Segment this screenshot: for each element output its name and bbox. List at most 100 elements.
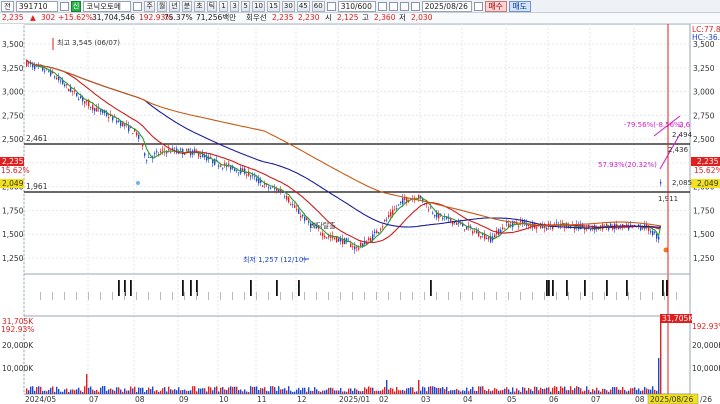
sell-button[interactable]: 매도 [508, 0, 531, 12]
calendar-icon[interactable] [473, 1, 483, 11]
volume-bar [196, 391, 198, 394]
volume-bar [218, 391, 220, 394]
period-year-button[interactable]: 년 [169, 0, 180, 12]
candle-body [112, 116, 114, 121]
vol-tick-20000-right: 20,000K [692, 341, 720, 350]
volume-bar [508, 389, 510, 394]
candle-body [284, 196, 286, 198]
volume-bar [492, 390, 494, 394]
mode-field[interactable]: 전 [1, 0, 14, 12]
candle-body [150, 157, 152, 158]
new-search-button[interactable]: 신 [70, 0, 82, 12]
volume-bar [34, 390, 36, 394]
volume-bar [422, 386, 424, 394]
candle-body [124, 124, 126, 126]
candle-body [504, 228, 506, 230]
volume-bar [258, 390, 260, 394]
interval-3-button[interactable]: 3 [230, 0, 240, 12]
candle-body [402, 198, 404, 205]
period-week-button[interactable]: 주 [144, 0, 155, 12]
volume-bar [532, 391, 534, 394]
volume: 31,704,546 [92, 13, 135, 22]
volume-bar [208, 386, 210, 394]
period-second-button[interactable]: 초 [194, 0, 205, 12]
candle-body [234, 168, 236, 172]
volume-bar [222, 387, 224, 394]
volume-bar [396, 386, 398, 394]
volume-bar [162, 388, 164, 394]
candle-body [214, 158, 216, 165]
signal-tick [508, 292, 509, 300]
volume-bar [386, 380, 388, 394]
volume-bar [546, 387, 548, 394]
candle-body [472, 231, 474, 234]
interval-45-button[interactable]: 45 [296, 0, 310, 12]
volume-bar [36, 387, 38, 394]
period-month-button[interactable]: 월 [156, 0, 168, 12]
candle-body [92, 105, 94, 110]
volume-bar [610, 389, 612, 394]
candle-body [76, 92, 78, 97]
interval-5-button[interactable]: 5 [241, 0, 251, 12]
date-field[interactable]: 2025/08/26 [421, 0, 472, 12]
candle-body [228, 163, 230, 165]
volume-bar [186, 390, 188, 394]
volume-bar [40, 386, 42, 394]
settings-icon[interactable] [326, 1, 336, 11]
volume-bar [170, 389, 172, 394]
x-tick-label: 08 [635, 395, 645, 404]
buy-button[interactable]: 매수 [484, 0, 507, 12]
candle-body [336, 236, 338, 243]
volume-bar [652, 386, 654, 394]
period-minute-button[interactable]: 분 [181, 0, 193, 12]
period-tick-button[interactable]: 틱 [206, 0, 218, 12]
volume-bar [72, 389, 74, 394]
y-tick-label-right: 1,250 [693, 254, 715, 263]
open-price: 2,125 [337, 13, 359, 22]
interval-10-button[interactable]: 10 [252, 0, 265, 12]
stock-code-input[interactable]: 391710 [15, 0, 58, 12]
signal-tick [496, 292, 497, 300]
candle-body [180, 148, 182, 150]
volume-bar [88, 387, 90, 394]
interval-15-button[interactable]: 15 [267, 0, 280, 12]
volume-bar [84, 386, 86, 394]
interval-60-button[interactable]: 60 [311, 0, 325, 12]
price-tag-right-text: 2,235 [697, 157, 719, 166]
interval-1-button[interactable]: 1 [219, 0, 229, 12]
signal-tick [268, 292, 269, 300]
volume-bar [364, 387, 366, 394]
candle-body [430, 207, 432, 209]
scroll-right-icon[interactable] [410, 1, 420, 11]
volume-bar [238, 390, 240, 394]
vol-pct-left: 192.93% [1, 325, 34, 334]
volume-bar [436, 387, 438, 394]
dropdown-icon[interactable] [59, 1, 69, 11]
pink-annotation-2: 57.93%(20.32%) [598, 161, 657, 169]
volume-bar [660, 322, 662, 394]
scroll-left-icon[interactable] [399, 1, 409, 11]
lock-icon[interactable] [133, 1, 143, 11]
volume-bar [64, 389, 66, 394]
zoom-in-icon[interactable] [377, 1, 387, 11]
up-arrow-icon: ▲ [30, 13, 36, 22]
signal-tick [472, 292, 473, 300]
signal-tick [532, 292, 533, 300]
high-price: 2,360 [374, 13, 396, 22]
candle-body [326, 237, 328, 239]
candle-body [660, 181, 662, 184]
volume-bar [354, 388, 356, 394]
data-count-field[interactable]: 310/600 [337, 0, 376, 12]
interval-30-button[interactable]: 30 [281, 0, 295, 12]
stock-chart[interactable]: 3,500 3,5003,250 3,2503,000 3,0002,750 2,750… [0, 24, 720, 404]
zoom-out-icon[interactable] [388, 1, 398, 11]
volume-bar [568, 390, 570, 394]
volume-bar [654, 389, 656, 394]
candle-body [44, 70, 46, 72]
candle-body [250, 175, 252, 177]
candle-body [294, 205, 296, 208]
candle-body [434, 215, 436, 217]
volume-bar [402, 390, 404, 394]
volume-bar [32, 386, 34, 394]
volume-bar [178, 387, 180, 394]
